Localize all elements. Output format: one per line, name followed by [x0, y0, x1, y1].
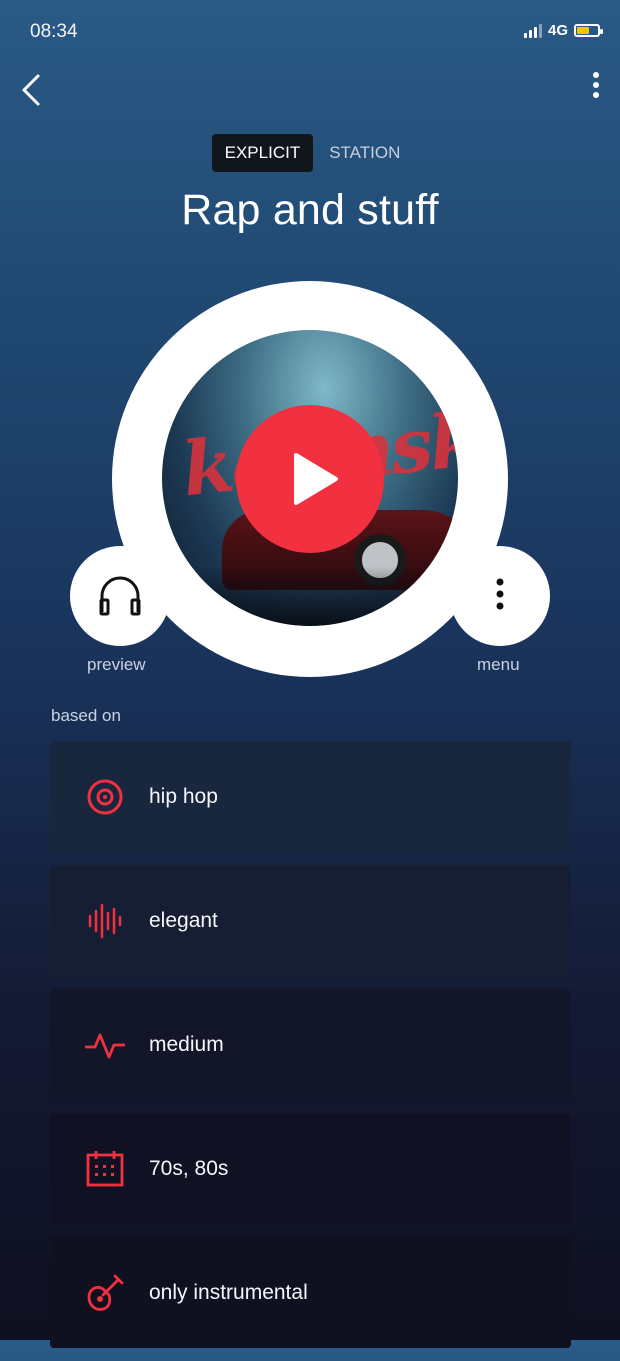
preview-label: preview [87, 655, 146, 674]
based-on-item-label: hip hop [149, 784, 218, 808]
back-button[interactable] [16, 70, 56, 110]
based-on-list: hip hop elegant medium 70s, 80s only ins… [50, 741, 571, 1361]
headphones-icon [99, 576, 141, 616]
more-dot-icon [593, 72, 599, 78]
network-label: 4G [547, 22, 568, 39]
battery-icon [574, 24, 603, 37]
menu-label: menu [477, 655, 520, 674]
station-label: STATION [329, 143, 401, 162]
based-on-item-label: only instrumental [149, 1280, 308, 1304]
cover-shadow [162, 566, 458, 626]
vinyl-icon [85, 777, 125, 817]
preview-button[interactable] [70, 546, 170, 646]
station-title: Rap and stuff [181, 186, 439, 234]
explicit-badge: EXPLICIT [211, 134, 314, 172]
play-button[interactable] [236, 405, 384, 553]
status-bar: 08:34 4G [0, 0, 620, 60]
calendar-icon [85, 1149, 125, 1189]
signal-icon [523, 23, 542, 38]
based-on-item-decades[interactable]: 70s, 80s [50, 1113, 571, 1224]
more-options-button[interactable] [586, 68, 606, 112]
chevron-left-icon [22, 74, 40, 106]
based-on-item-label: elegant [149, 908, 218, 932]
based-on-item-label: 70s, 80s [149, 1156, 229, 1180]
based-on-item-instrumental[interactable]: only instrumental [50, 1237, 571, 1348]
menu-button[interactable] [450, 546, 550, 646]
vertical-dots-icon [496, 578, 504, 610]
based-on-heading: based on [51, 706, 121, 725]
based-on-item-medium[interactable]: medium [50, 989, 571, 1100]
waveform-icon [85, 901, 125, 941]
play-icon [294, 453, 338, 505]
pulse-icon [85, 1025, 125, 1065]
based-on-item-label: medium [149, 1032, 224, 1056]
based-on-item-elegant[interactable]: elegant [50, 865, 571, 976]
status-indicators: 4G [523, 22, 603, 39]
guitar-icon [85, 1273, 125, 1313]
more-dot-icon [593, 92, 599, 98]
status-time: 08:34 [30, 21, 78, 42]
based-on-item-hip-hop[interactable]: hip hop [50, 741, 571, 852]
more-dot-icon [593, 82, 599, 88]
station-tags: EXPLICIT STATION [0, 134, 620, 172]
